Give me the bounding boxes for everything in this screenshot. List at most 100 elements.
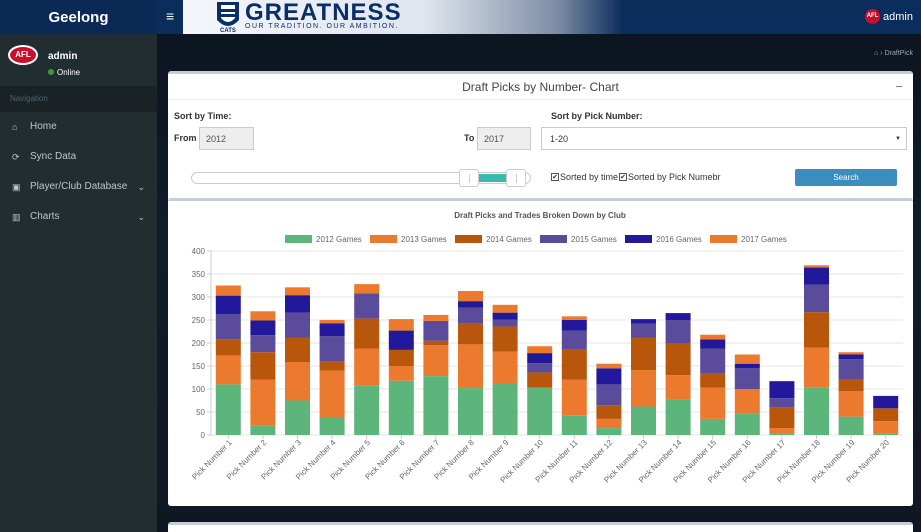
bar-segment (492, 383, 518, 435)
bar-segment (838, 391, 864, 417)
bar-segment (561, 415, 587, 435)
sorted-by-time-checkbox[interactable]: ✔ Sorted by time (551, 172, 618, 182)
sidebar-item-label: Home (30, 121, 57, 132)
bar-segment (561, 330, 587, 349)
bar-segment (665, 343, 691, 376)
bar-chart-icon: ▥ (12, 212, 21, 222)
bar-segment (250, 335, 276, 353)
bar-segment (215, 339, 241, 356)
bottom-panel (168, 522, 913, 532)
bar-segment (838, 379, 864, 392)
team-banner: CATS GREATNESS OUR TRADITION. OUR AMBITI… (183, 0, 623, 34)
y-tick-label: 100 (192, 385, 206, 394)
bar-segment (631, 406, 656, 435)
bar-segment (769, 398, 795, 408)
bar-segment (285, 312, 310, 338)
bar-segment (561, 316, 587, 320)
sidebar-item-player-club-database[interactable]: ▣ Player/Club Database ⌄ (0, 172, 157, 202)
bar-segment (388, 319, 414, 331)
user-menu[interactable]: AFL admin (865, 9, 913, 24)
bar-segment (319, 320, 345, 324)
collapse-button[interactable]: − (895, 74, 903, 100)
bar-segment (354, 284, 380, 294)
bar-segment (700, 418, 726, 435)
slider-low-handle[interactable] (459, 169, 480, 187)
bar-segment (215, 384, 241, 435)
breadcrumb: ⌂ › DraftPick (874, 50, 913, 57)
sidebar-item-sync-data[interactable]: ⟳ Sync Data (0, 142, 157, 172)
bar-segment (631, 323, 656, 338)
home-icon[interactable]: ⌂ (874, 50, 878, 57)
checkbox-checked-icon[interactable]: ✔ (551, 173, 559, 181)
bar-segment (215, 285, 241, 296)
sorted-by-time-label: Sorted by time (560, 172, 619, 182)
sidebar-user-name: admin (48, 51, 78, 62)
bar-segment (596, 384, 622, 406)
slider-high-handle[interactable] (506, 169, 527, 187)
legend-swatch (285, 235, 312, 243)
bar-segment (769, 407, 795, 429)
bar-segment (700, 373, 726, 388)
bar-segment (596, 418, 622, 429)
breadcrumb-separator: › (880, 50, 883, 57)
sorted-by-pick-checkbox[interactable]: ✔ Sorted by Pick Numebr (619, 172, 721, 182)
online-status: Online (48, 68, 80, 77)
sidebar-item-charts[interactable]: ▥ Charts ⌄ (0, 202, 157, 232)
bar-segment (561, 379, 587, 416)
panel-header: Draft Picks by Number- Chart − (168, 74, 913, 100)
bar-segment (492, 312, 518, 320)
hamburger-icon[interactable]: ≡ (166, 9, 174, 23)
y-tick-label: 350 (192, 270, 206, 279)
bar-segment (285, 287, 310, 296)
year-range-slider[interactable] (191, 169, 531, 187)
bar-segment (873, 408, 899, 422)
pick-number-select[interactable]: 1-20 ▼ (541, 127, 907, 150)
bar-segment (873, 421, 899, 434)
nav-header: Navigation (0, 86, 157, 112)
bar-segment (423, 345, 449, 377)
home-icon: ⌂ (12, 122, 18, 132)
bar-segment (596, 428, 622, 435)
afl-avatar-icon: AFL (865, 9, 881, 24)
sorted-by-pick-label: Sorted by Pick Numebr (628, 172, 721, 182)
y-tick-label: 400 (192, 247, 206, 256)
checkbox-checked-icon[interactable]: ✔ (619, 173, 627, 181)
search-button[interactable]: Search (795, 169, 897, 186)
bar-segment (285, 400, 310, 435)
legend-swatch (625, 235, 652, 243)
bar-segment (388, 349, 414, 366)
y-tick-label: 200 (192, 339, 206, 348)
to-year-input[interactable]: 2017 (477, 127, 531, 150)
afl-logo-icon: AFL (8, 45, 38, 65)
bar-segment (804, 387, 829, 435)
sidebar-item-home[interactable]: ⌂ Home (0, 112, 157, 142)
bar-segment (527, 372, 553, 388)
stacked-bar-chart: Draft Picks and Trades Broken Down by Cl… (190, 211, 903, 485)
bar-segment (631, 337, 656, 371)
bar-segment (700, 339, 726, 349)
bar-segment (250, 425, 276, 435)
bar-segment (527, 346, 553, 354)
bar-segment (388, 330, 414, 350)
legend-label: 2016 Games (656, 235, 702, 244)
bar-segment (561, 320, 587, 331)
bar-segment (700, 387, 726, 419)
from-year-input[interactable]: 2012 (199, 127, 254, 150)
bar-segment (631, 319, 656, 324)
sync-icon: ⟳ (12, 152, 20, 162)
panel-title: Draft Picks by Number- Chart (462, 80, 619, 94)
online-dot-icon (48, 69, 54, 75)
bar-segment (838, 354, 864, 360)
bar-segment (838, 352, 864, 355)
bar-segment (215, 295, 241, 315)
bar-segment (285, 295, 310, 313)
y-tick-label: 0 (201, 431, 206, 440)
bar-segment (250, 311, 276, 321)
caret-down-icon: ▼ (895, 136, 901, 142)
brand-logo[interactable]: Geelong (0, 0, 157, 34)
bar-segment (215, 355, 241, 385)
bar-segment (596, 363, 622, 369)
sidebar-item-label: Sync Data (30, 151, 77, 162)
bar-segment (319, 336, 345, 362)
bar-segment (838, 359, 864, 380)
